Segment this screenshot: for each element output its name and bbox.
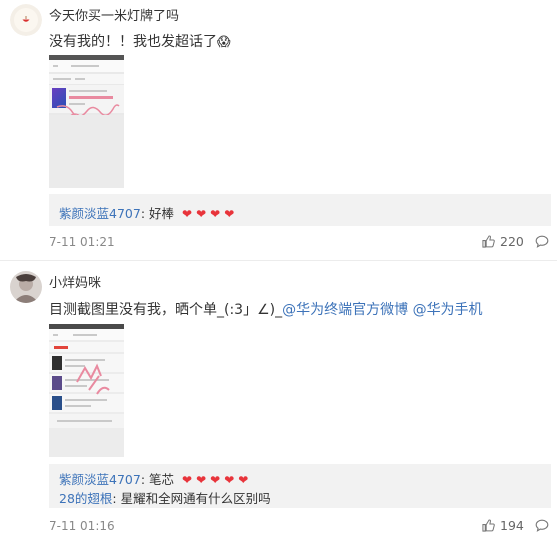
reply-username[interactable]: 紫颜淡蓝4707 (59, 472, 141, 487)
heart-emoji-group: ❤ ❤ ❤ ❤ ❤ (182, 472, 252, 487)
reply-separator: : (140, 206, 146, 221)
mention-link[interactable]: @华为手机 (413, 302, 483, 318)
comment-item: 今天你买一米灯牌了吗 没有我的！！我也发超话了😱 紫颜淡蓝4707: 好棒 ❤ … (0, 0, 557, 262)
reply-line: 28的翅根: 星耀和全网通有什么区别吗 (59, 488, 271, 507)
thumb-up-icon (482, 519, 495, 532)
reply-preview-box[interactable]: 紫颜淡蓝4707: 好棒 ❤ ❤ ❤ ❤ (49, 194, 551, 226)
scream-emoji-icon: 😱 (217, 35, 231, 50)
heart-icon: ❤ (182, 207, 193, 221)
heart-icon: ❤ (210, 473, 221, 487)
like-count: 194 (500, 518, 524, 533)
avatar[interactable] (10, 4, 42, 36)
comment-item: 小烊妈咪 目测截图里没有我，晒个单_(:3」∠)_@华为终端官方微博 @华为手机 (0, 262, 557, 542)
reply-content: 星耀和全网通有什么区别吗 (120, 491, 271, 506)
comment-text: 没有我的！！我也发超话了😱 (49, 31, 231, 51)
reply-username[interactable]: 紫颜淡蓝4707 (59, 206, 141, 221)
username[interactable]: 小烊妈咪 (49, 272, 101, 291)
divider (0, 260, 557, 261)
heart-icon: ❤ (210, 207, 221, 221)
reply-content: 好棒 (149, 206, 175, 221)
username[interactable]: 今天你买一米灯牌了吗 (49, 5, 179, 24)
comment-timestamp: 7-11 01:16 (49, 519, 115, 533)
comment-text-content: 目测截图里没有我，晒个单_(:3」∠)_ (49, 302, 283, 318)
comment-text-content: 没有我的！！我也发超话了 (49, 34, 217, 50)
reply-content: 笔芯 (149, 472, 175, 487)
heart-icon: ❤ (196, 207, 207, 221)
reply-line: 紫颜淡蓝4707: 好棒 ❤ ❤ ❤ ❤ (59, 203, 238, 222)
comment-text: 目测截图里没有我，晒个单_(:3」∠)_@华为终端官方微博 @华为手机 (49, 299, 483, 319)
avatar[interactable] (10, 271, 42, 303)
like-button[interactable]: 220 (482, 234, 524, 249)
like-count: 220 (500, 234, 524, 249)
heart-icon: ❤ (196, 473, 207, 487)
thumb-up-icon (482, 235, 495, 248)
comment-bubble-icon[interactable] (535, 519, 549, 532)
heart-icon: ❤ (224, 473, 235, 487)
reply-username[interactable]: 28的翅根 (59, 491, 112, 506)
comment-image-thumbnail[interactable] (49, 55, 124, 188)
reply-line: 紫颜淡蓝4707: 笔芯 ❤ ❤ ❤ ❤ ❤ (59, 469, 252, 488)
comment-timestamp: 7-11 01:21 (49, 235, 115, 249)
heart-icon: ❤ (224, 207, 235, 221)
phone-empty-area (49, 115, 124, 188)
reply-separator: : (140, 472, 146, 487)
heart-icon: ❤ (238, 473, 249, 487)
reply-separator: : (112, 491, 117, 506)
comment-image-thumbnail[interactable] (49, 324, 124, 457)
like-button[interactable]: 194 (482, 518, 524, 533)
mention-link[interactable]: @华为终端官方微博 (282, 302, 408, 318)
handwritten-annotation (76, 363, 110, 395)
heart-emoji-group: ❤ ❤ ❤ ❤ (182, 206, 238, 221)
reply-preview-box[interactable]: 紫颜淡蓝4707: 笔芯 ❤ ❤ ❤ ❤ ❤ 28的翅根: 星耀和全网通有什么区别吗 (49, 464, 551, 508)
heart-icon: ❤ (182, 473, 193, 487)
comment-bubble-icon[interactable] (535, 235, 549, 248)
